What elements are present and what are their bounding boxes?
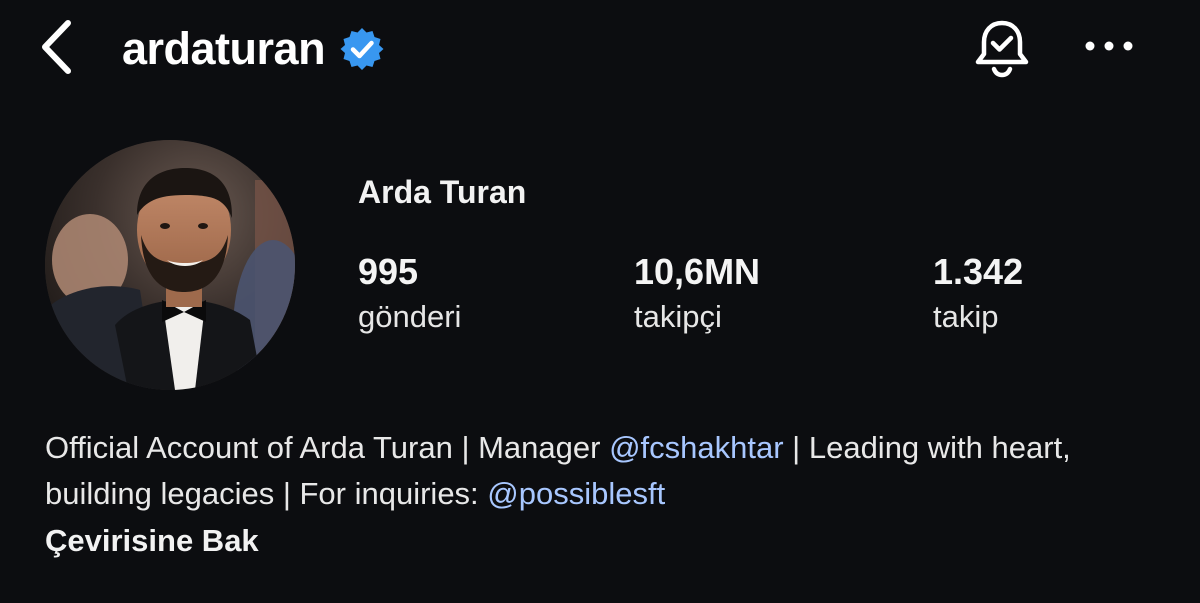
posts-count[interactable]: 995 gönderi	[358, 250, 461, 340]
following-label: takip	[933, 299, 999, 334]
following-count[interactable]: 1.342 takip	[933, 250, 1023, 340]
bio-text-1: Official Account of Arda Turan | Manager	[45, 430, 610, 465]
posts-value: 995	[358, 251, 419, 292]
followers-label: takipçi	[634, 299, 722, 334]
followers-value: 10,6MN	[634, 251, 761, 292]
mention-link-possiblesft[interactable]: @possiblesft	[487, 476, 665, 511]
profile-full-name: Arda Turan	[358, 174, 527, 210]
chevron-left-icon	[39, 19, 73, 80]
verified-badge-icon	[339, 26, 385, 72]
more-options-button[interactable]	[1082, 24, 1136, 72]
profile-screen: ardaturan Arda Turan 995 gönderi 10,6MN …	[0, 0, 1200, 603]
following-value: 1.342	[933, 251, 1024, 292]
header-title: ardaturan	[122, 18, 385, 80]
back-button[interactable]	[34, 19, 78, 80]
mention-link-fcshakhtar[interactable]: @fcshakhtar	[609, 430, 783, 465]
profile-avatar[interactable]	[45, 140, 295, 390]
followers-count[interactable]: 10,6MN takipçi	[634, 250, 760, 340]
bell-check-icon	[971, 17, 1033, 84]
more-horizontal-icon	[1084, 39, 1134, 57]
notifications-button[interactable]	[968, 18, 1036, 82]
avatar-photo	[45, 140, 295, 390]
see-translation-link[interactable]: Çevirisine Bak	[45, 518, 259, 564]
username: ardaturan	[122, 23, 326, 74]
profile-bio: Official Account of Arda Turan | Manager…	[45, 425, 1145, 517]
posts-label: gönderi	[358, 299, 462, 334]
